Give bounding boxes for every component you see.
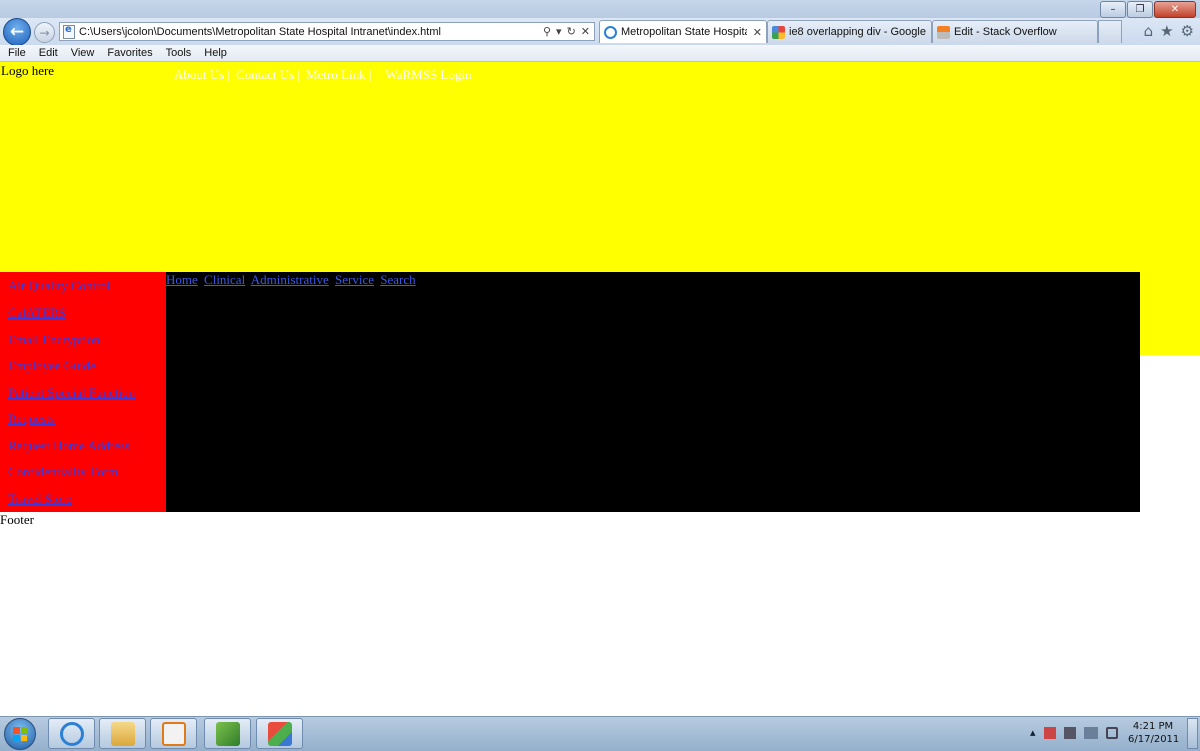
- stackoverflow-icon: [937, 25, 950, 39]
- sidebar-link-employee-guide[interactable]: Employee Guide: [8, 358, 96, 374]
- top-links: About Us | Contact Us | Metro Link | WaR…: [174, 67, 475, 83]
- refresh-icon[interactable]: ↻: [567, 25, 576, 38]
- tab-label: Edit - Stack Overflow: [954, 26, 1057, 38]
- home-icon[interactable]: ⌂: [1144, 22, 1154, 40]
- tab-metropolitan[interactable]: Metropolitan State Hospital... ✕: [599, 20, 767, 43]
- nav-link-search[interactable]: Search: [380, 272, 415, 287]
- sidebar-link-calaters[interactable]: CalATERS: [8, 305, 66, 321]
- device-icon[interactable]: [1063, 727, 1076, 739]
- address-tools: ⚲ ▾ ↻ ✕: [543, 25, 594, 38]
- stop-icon[interactable]: ✕: [581, 25, 590, 38]
- media-player-icon: [161, 721, 186, 746]
- folder-icon: [110, 721, 135, 746]
- nav-link-home[interactable]: Home: [166, 272, 198, 287]
- sidebar-link-requests[interactable]: Requests: [8, 411, 55, 427]
- nav-link-service[interactable]: Service: [335, 272, 374, 287]
- main-content: Home Clinical Administrative Service Sea…: [166, 272, 1140, 512]
- page-icon: [63, 24, 75, 39]
- paint-icon: [267, 721, 292, 746]
- menu-file[interactable]: File: [8, 47, 26, 59]
- action-center-icon[interactable]: [1043, 727, 1056, 739]
- google-icon: [772, 25, 785, 39]
- tab-stack-overflow[interactable]: Edit - Stack Overflow: [932, 20, 1098, 43]
- dropdown-icon[interactable]: ▾: [556, 25, 562, 38]
- sidebar-link-air-quality-control[interactable]: Air Quality Control: [8, 278, 111, 294]
- clock[interactable]: 4:21 PM 6/17/2011: [1128, 720, 1180, 746]
- taskbar-explorer-button[interactable]: [99, 718, 146, 749]
- link-warmss-login[interactable]: WaRMSS Login: [385, 67, 471, 83]
- tab-label: Metropolitan State Hospital...: [621, 26, 747, 38]
- volume-icon[interactable]: [1105, 727, 1118, 739]
- taskbar-ie-button[interactable]: [48, 718, 95, 749]
- menu-bar: File Edit View Favorites Tools Help: [0, 45, 1200, 62]
- back-button[interactable]: ←: [3, 18, 31, 46]
- system-tray: ▴: [1030, 726, 1118, 739]
- minimize-button[interactable]: –: [1100, 1, 1126, 18]
- link-about-us[interactable]: About Us |: [174, 67, 230, 83]
- favorites-star-icon[interactable]: ★: [1160, 22, 1173, 40]
- taskbar-app-button[interactable]: [204, 718, 251, 749]
- new-tab-button[interactable]: [1098, 20, 1122, 43]
- taskbar-media-button[interactable]: [150, 718, 197, 749]
- back-arrow-icon: ←: [9, 22, 25, 42]
- logo-placeholder: Logo here: [1, 63, 55, 78]
- menu-help[interactable]: Help: [204, 47, 227, 59]
- network-icon[interactable]: [1083, 727, 1098, 739]
- window-controls: – ❐ ✕: [1100, 1, 1196, 18]
- sidebar: Air Quality Control CalATERS Email Encry…: [0, 272, 166, 512]
- web-page: Logo here About Us | Contact Us | Metro …: [0, 62, 1200, 716]
- forward-button[interactable]: →: [34, 22, 55, 43]
- clock-date: 6/17/2011: [1128, 734, 1180, 745]
- sidebar-link-email-encryption[interactable]: Email Encryption: [8, 332, 100, 348]
- main-nav: Home Clinical Administrative Service Sea…: [166, 272, 419, 288]
- tab-google-search[interactable]: ie8 overlapping div - Google S...: [767, 20, 932, 43]
- footer: Footer: [0, 512, 34, 527]
- taskbar: ▴ 4:21 PM 6/17/2011: [0, 716, 1200, 751]
- browser-right-icons: ⌂ ★ ⚙: [1144, 22, 1194, 40]
- sidebar-link-patient-special-function[interactable]: Patient Special Function: [8, 385, 135, 401]
- sidebar-link-travel-store[interactable]: Travel Store: [8, 491, 72, 507]
- menu-view[interactable]: View: [71, 47, 95, 59]
- sidebar-link-request-home-address[interactable]: Request Home Address: [8, 438, 130, 454]
- windows-logo-icon: [13, 727, 27, 741]
- show-desktop-button[interactable]: [1187, 718, 1198, 749]
- header-band-overflow: [1140, 313, 1200, 355]
- tray-expand-icon[interactable]: ▴: [1030, 726, 1036, 739]
- link-contact-us[interactable]: Contact Us |: [236, 67, 300, 83]
- ie-icon: [59, 721, 84, 746]
- forward-arrow-icon: →: [39, 25, 50, 40]
- app-icon: [215, 721, 240, 746]
- restore-button[interactable]: ❐: [1127, 1, 1153, 18]
- address-bar[interactable]: C:\Users\jcolon\Documents\Metropolitan S…: [59, 22, 595, 41]
- ie-icon: [604, 25, 617, 39]
- start-button[interactable]: [4, 718, 36, 750]
- menu-favorites[interactable]: Favorites: [107, 47, 152, 59]
- window-titlebar: – ❐ ✕: [0, 0, 1200, 18]
- nav-link-clinical[interactable]: Clinical: [204, 272, 245, 287]
- search-icon[interactable]: ⚲: [543, 25, 551, 38]
- tab-label: ie8 overlapping div - Google S...: [789, 26, 927, 38]
- sidebar-link-confidentiality-form[interactable]: Confidentiality Form: [8, 464, 118, 480]
- nav-link-administrative[interactable]: Administrative: [251, 272, 329, 287]
- taskbar-paint-button[interactable]: [256, 718, 303, 749]
- clock-time: 4:21 PM: [1132, 721, 1174, 732]
- gear-icon[interactable]: ⚙: [1181, 22, 1194, 40]
- menu-edit[interactable]: Edit: [39, 47, 58, 59]
- close-window-button[interactable]: ✕: [1154, 1, 1196, 18]
- address-text[interactable]: C:\Users\jcolon\Documents\Metropolitan S…: [79, 26, 543, 38]
- tab-close-icon[interactable]: ✕: [753, 26, 762, 39]
- browser-navbar: ← → C:\Users\jcolon\Documents\Metropolit…: [0, 18, 1200, 46]
- link-metro-link[interactable]: Metro Link |: [306, 67, 371, 83]
- menu-tools[interactable]: Tools: [166, 47, 192, 59]
